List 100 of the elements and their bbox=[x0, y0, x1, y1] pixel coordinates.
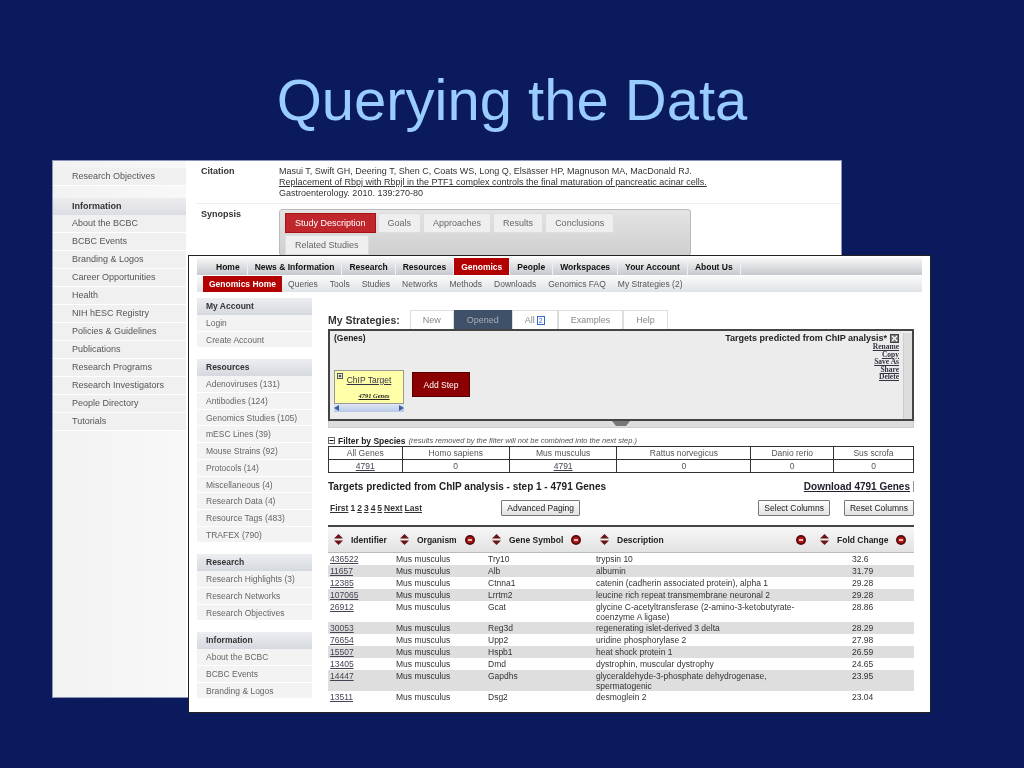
page-link[interactable]: 5 bbox=[377, 502, 383, 513]
column-heading[interactable]: Fold Change bbox=[814, 534, 914, 545]
sidebar-item[interactable]: Adenoviruses (131) bbox=[197, 376, 312, 394]
step-name-link[interactable]: ChIP Target bbox=[346, 374, 392, 385]
table-cell-text: uridine phosphorylase 2 bbox=[595, 635, 688, 646]
remove-icon[interactable] bbox=[796, 534, 806, 545]
sidebar-item[interactable]: Policies & Guidelines bbox=[53, 323, 186, 341]
sidebar-item[interactable]: Login bbox=[197, 315, 312, 332]
nav-tab[interactable]: Home bbox=[209, 258, 248, 275]
scrollbar[interactable] bbox=[903, 333, 912, 419]
column-heading[interactable]: Gene Symbol bbox=[486, 534, 594, 545]
select-columns-button[interactable]: Select Columns bbox=[758, 499, 830, 516]
subnav-link[interactable]: My Strategies (2) bbox=[611, 276, 689, 292]
page-link[interactable]: Last bbox=[404, 502, 422, 513]
nav-tab[interactable]: News & Information bbox=[247, 258, 343, 275]
page-link[interactable]: Next bbox=[384, 502, 403, 513]
sidebar-item[interactable]: mESC Lines (39) bbox=[197, 426, 312, 444]
collapse-icon[interactable] bbox=[328, 437, 335, 444]
subnav-link[interactable]: Studies bbox=[355, 276, 397, 292]
subnav-link[interactable]: Queries bbox=[282, 276, 324, 292]
reset-columns-button[interactable]: Reset Columns bbox=[843, 499, 914, 516]
sidebar-item[interactable]: Antibodies (124) bbox=[197, 393, 312, 410]
identifier-link[interactable]: 436522 bbox=[330, 554, 359, 564]
identifier-link[interactable]: 30053 bbox=[330, 623, 354, 633]
identifier-link[interactable]: 12385 bbox=[330, 578, 354, 588]
nav-tab[interactable]: Your Account bbox=[618, 258, 688, 275]
sort-icon[interactable] bbox=[492, 534, 501, 545]
subnav-link[interactable]: Methods bbox=[443, 276, 489, 292]
column-heading[interactable]: Organism bbox=[394, 534, 486, 545]
identifier-link[interactable]: 107065 bbox=[330, 590, 359, 600]
identifier-link[interactable]: 15507 bbox=[330, 647, 354, 657]
sidebar-item[interactable]: Research Objectives bbox=[53, 168, 186, 186]
table-cell-text: 24.65 bbox=[851, 659, 875, 670]
sidebar-item[interactable]: Research Highlights (3) bbox=[197, 571, 312, 588]
sidebar-item[interactable]: Tutorials bbox=[53, 413, 186, 431]
nav-tab[interactable]: People bbox=[510, 258, 554, 275]
identifier-link[interactable]: 26912 bbox=[330, 602, 354, 612]
sidebar-item[interactable]: Research Programs bbox=[53, 359, 186, 377]
sidebar-item[interactable]: BCBC Events bbox=[53, 233, 186, 251]
sidebar-item[interactable]: Mouse Strains (92) bbox=[197, 443, 312, 460]
identifier-link[interactable]: 14447 bbox=[330, 671, 354, 681]
tab[interactable]: Study Description bbox=[285, 213, 376, 233]
page-link[interactable]: 4 bbox=[370, 502, 376, 513]
page-link[interactable]: First bbox=[330, 502, 349, 513]
sidebar-item[interactable]: Publications bbox=[53, 341, 186, 359]
page-link[interactable]: 3 bbox=[363, 502, 369, 513]
sort-icon[interactable] bbox=[400, 534, 409, 545]
sidebar-item[interactable]: Health bbox=[53, 287, 186, 305]
add-step-button[interactable]: Add Step bbox=[412, 372, 470, 397]
sidebar-item[interactable]: Research Data (4) bbox=[197, 493, 312, 510]
expand-icon[interactable] bbox=[337, 373, 343, 379]
sidebar-item[interactable]: Career Opportunities bbox=[53, 269, 186, 287]
sidebar-item[interactable]: Branding & Logos bbox=[53, 251, 186, 269]
sidebar-item[interactable]: People Directory bbox=[53, 395, 186, 413]
tab[interactable]: Conclusions bbox=[545, 213, 615, 233]
count-link[interactable]: 4791 bbox=[553, 461, 573, 471]
table-cell-text: Mus musculus bbox=[395, 602, 452, 614]
subnav-link[interactable]: Tools bbox=[323, 276, 356, 292]
close-icon[interactable] bbox=[890, 333, 899, 343]
count-link[interactable]: 4791 bbox=[355, 461, 375, 471]
advanced-paging-button[interactable]: Advanced Paging bbox=[501, 499, 580, 516]
scroll-left-icon[interactable] bbox=[334, 405, 339, 411]
subnav-link[interactable]: Genomics Home bbox=[203, 276, 283, 292]
sidebar-item[interactable]: About the BCBC bbox=[53, 215, 186, 233]
tab[interactable]: Related Studies bbox=[285, 235, 369, 255]
page-link[interactable]: 2 bbox=[357, 502, 362, 513]
remove-icon[interactable] bbox=[896, 534, 907, 545]
sort-icon[interactable] bbox=[600, 534, 609, 545]
column-heading[interactable]: Identifier bbox=[328, 534, 394, 545]
subnav-link[interactable]: Downloads bbox=[488, 276, 543, 292]
tab[interactable]: Results bbox=[493, 213, 544, 233]
tab[interactable]: Goals bbox=[377, 213, 422, 233]
page-link[interactable]: 1 bbox=[350, 502, 356, 513]
identifier-link[interactable]: 76654 bbox=[330, 635, 354, 645]
nav-tab[interactable]: About Us bbox=[687, 258, 741, 275]
remove-icon[interactable] bbox=[464, 534, 475, 545]
identifier-link[interactable]: 13405 bbox=[330, 659, 354, 669]
sort-icon[interactable] bbox=[820, 534, 829, 545]
sidebar-item[interactable]: Research Investigators bbox=[53, 377, 186, 395]
sort-icon[interactable] bbox=[334, 534, 343, 545]
remove-icon[interactable] bbox=[571, 534, 582, 545]
download-link[interactable]: Download 4791 Genes bbox=[803, 481, 914, 492]
nav-tab[interactable]: Research bbox=[342, 258, 396, 275]
citation-link[interactable]: Replacement of Rbpj with Rbpjl in the PTF1 complex controls the final maturation of pancreatic acinar cells. bbox=[279, 177, 707, 187]
tab[interactable]: Opened bbox=[453, 310, 512, 329]
subnav-link[interactable]: Genomics FAQ bbox=[542, 276, 612, 292]
sidebar-item[interactable]: About the BCBC bbox=[197, 649, 312, 666]
column-heading[interactable]: Description bbox=[594, 534, 814, 545]
identifier-link[interactable]: 11657 bbox=[330, 566, 353, 576]
subnav-link[interactable]: Networks bbox=[396, 276, 444, 292]
identifier-link[interactable]: 13511 bbox=[330, 692, 353, 702]
table-cell-text: 29.28 bbox=[851, 590, 875, 601]
tab[interactable]: Approaches bbox=[423, 213, 492, 233]
sidebar-item[interactable]: NIH hESC Registry bbox=[53, 305, 186, 323]
nav-tab[interactable]: Workspaces bbox=[553, 258, 619, 275]
scroll-right-icon[interactable] bbox=[399, 405, 404, 411]
table-cell: 0 bbox=[750, 459, 834, 473]
nav-tab[interactable]: Genomics bbox=[454, 258, 511, 275]
scroll-bar[interactable] bbox=[334, 404, 404, 412]
sidebar-item[interactable]: BCBC Events bbox=[197, 666, 312, 683]
